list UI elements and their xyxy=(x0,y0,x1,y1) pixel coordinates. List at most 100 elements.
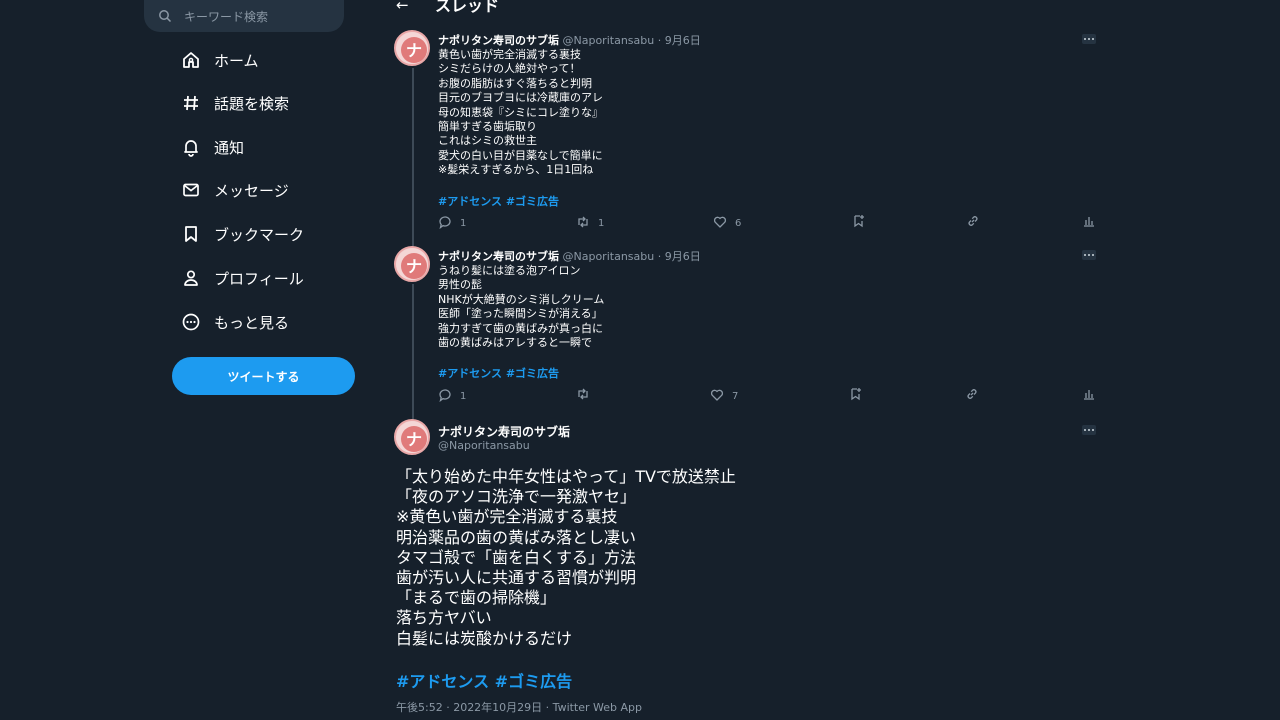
search-box[interactable]: キーワード検索 xyxy=(144,0,344,32)
like-button[interactable]: 7 xyxy=(710,387,738,402)
like-button[interactable]: 6 xyxy=(713,214,741,229)
tweet-line: シミだらけの人絶対やって！ xyxy=(438,62,581,76)
analytics-button[interactable] xyxy=(1082,387,1096,401)
bookmark-add-icon xyxy=(854,215,864,228)
copy-link-button[interactable] xyxy=(965,387,979,401)
nav-label-messages: メッセージ xyxy=(214,181,289,200)
tweet-timestamp[interactable]: 午後5:52 · 2022年10月29日 · Twitter Web App xyxy=(396,699,642,715)
nav-item-explore[interactable]: 話題を検索 xyxy=(180,88,289,118)
tweet-line: 目元のブヨブヨには冷蔵庫のアレ xyxy=(438,91,603,105)
nav-item-notifications[interactable]: 通知 xyxy=(180,132,244,162)
avatar[interactable]: ナ xyxy=(394,30,430,66)
tweet-line: 母の知恵袋『シミにコレ塗りな』 xyxy=(438,105,603,119)
analytics-icon xyxy=(1084,390,1094,400)
separator-dot: · xyxy=(657,250,662,263)
analytics-button[interactable] xyxy=(1082,214,1096,228)
author-handle[interactable]: @Naporitansabu xyxy=(563,34,655,47)
tweet-actions: 1 1 6 xyxy=(438,214,1098,230)
tweet-line: ※黄色い歯が完全消滅する裏技 xyxy=(396,507,618,527)
nav-label-notifications: 通知 xyxy=(214,138,245,157)
nav-item-profile[interactable]: プロフィール xyxy=(180,263,304,293)
tweet-line: 明治薬品の歯の黄ばみ落とし凄い xyxy=(396,527,637,547)
reply-icon xyxy=(439,388,451,402)
reply-count: 1 xyxy=(460,391,467,402)
tweet-line: 「太り始めた中年女性はやって」TVで放送禁止 xyxy=(396,467,736,486)
retweet-button[interactable] xyxy=(576,387,598,401)
tweet-line: 男性の髭 xyxy=(438,278,482,292)
reply-button[interactable]: 1 xyxy=(438,387,466,402)
author-handle[interactable]: @Naporitansabu xyxy=(563,250,655,263)
tweet-line: 「まるで歯の掃除機」 xyxy=(396,588,557,608)
main-tweet-text: 「太り始めた中年女性はやって」TVで放送禁止 「夜のアソコ洗浄で一発激ヤセ」 ※… xyxy=(396,467,736,649)
more-circle-icon xyxy=(180,311,202,333)
bookmark-icon xyxy=(180,223,202,245)
nav-label-explore: 話題を検索 xyxy=(214,94,290,113)
retweet-icon xyxy=(578,216,588,227)
nav-label-bookmarks: ブックマーク xyxy=(214,225,305,244)
analytics-icon xyxy=(1084,217,1094,227)
retweet-icon xyxy=(578,388,588,400)
svg-text:ナ: ナ xyxy=(406,430,422,449)
link-icon xyxy=(967,389,977,399)
tweet-line: 医師「塗った瞬間シミが消える」 xyxy=(438,307,603,321)
more-options-icon[interactable] xyxy=(1082,250,1096,260)
heart-icon xyxy=(713,216,727,228)
thread-line xyxy=(412,284,414,420)
nav-item-more[interactable]: もっと見る xyxy=(180,307,289,337)
sidebar: キーワード検索 ホーム 話題を検索 通知 メッセージ ブックマーク プロフィール… xyxy=(0,0,380,720)
search-input[interactable]: キーワード検索 xyxy=(184,8,268,25)
nav-item-messages[interactable]: メッセージ xyxy=(180,175,289,205)
tweet-text: 黄色い歯が完全消滅する裏技 シミだらけの人絶対やって！ お腹の脂肪はすぐ落ちると… xyxy=(438,48,603,178)
nav-label-profile: プロフィール xyxy=(214,269,304,288)
nav-item-home[interactable]: ホーム xyxy=(180,45,259,75)
tweet-date[interactable]: 9月6日 xyxy=(665,250,701,263)
tweet-line: ※髪栄えすぎるから、1日1回ね xyxy=(438,163,594,177)
more-options-icon[interactable] xyxy=(1082,34,1096,44)
tweet-line: これはシミの救世主 xyxy=(438,134,537,148)
more-options-icon[interactable] xyxy=(1082,425,1096,435)
tweet-line: 「夜のアソコ洗浄で一発激ヤセ」 xyxy=(396,487,637,507)
svg-text:ナ: ナ xyxy=(406,257,422,276)
bookmark-add-button[interactable] xyxy=(852,214,866,228)
tweet-line: 強力すぎて歯の黄ばみが真っ白に xyxy=(438,321,603,335)
like-count: 6 xyxy=(735,218,742,229)
tweet-line: うねり髪には塗る泡アイロン xyxy=(438,264,581,277)
tweet-line: お腹の脂肪はすぐ落ちると判明 xyxy=(438,76,592,90)
tweet-line: 歯が汚い人に共通する習慣が判明 xyxy=(396,568,637,588)
avatar[interactable]: ナ xyxy=(394,419,430,455)
tweet-line: 落ち方ヤバい xyxy=(396,608,492,628)
tweet-line: 愛犬の白い目が目薬なしで簡単に xyxy=(438,148,603,162)
author-name[interactable]: ナポリタン寿司のサブ垢 xyxy=(438,250,559,263)
author-name[interactable]: ナポリタン寿司のサブ垢 xyxy=(438,34,559,47)
hashtag-links[interactable]: #アドセンス #ゴミ広告 xyxy=(438,193,559,209)
person-icon xyxy=(180,267,202,289)
retweet-count: 1 xyxy=(598,218,605,229)
hashtag-links[interactable]: #アドセンス #ゴミ広告 xyxy=(438,365,559,381)
search-icon xyxy=(158,9,172,23)
reply-count: 1 xyxy=(460,218,467,229)
author-handle[interactable]: @Naporitansabu xyxy=(438,439,530,452)
tweet-button[interactable]: ツイートする xyxy=(172,357,355,395)
tweet-actions: 1 7 xyxy=(438,387,1098,403)
reply-button[interactable]: 1 xyxy=(438,214,466,229)
back-arrow-icon[interactable]: ← xyxy=(396,0,409,14)
tweet-line: 簡単すぎる歯垢取り xyxy=(438,120,537,134)
retweet-button[interactable]: 1 xyxy=(576,214,604,229)
bookmark-add-icon xyxy=(851,388,861,401)
nav-item-bookmarks[interactable]: ブックマーク xyxy=(180,219,304,249)
main-column: ← スレッド ナ ナポリタン寿司のサブ垢 @Naporitansabu · 9月… xyxy=(380,0,1100,720)
bookmark-add-button[interactable] xyxy=(849,387,863,401)
page-title: スレッド xyxy=(435,0,500,15)
author-name[interactable]: ナポリタン寿司のサブ垢 xyxy=(438,423,570,440)
thread-line xyxy=(412,68,414,248)
link-icon xyxy=(968,216,978,226)
tweet-line: 歯の黄ばみはアレすると一瞬で xyxy=(438,336,592,350)
tweet-header: ナポリタン寿司のサブ垢 @Naporitansabu · 9月6日 xyxy=(438,32,701,48)
hashtag-links[interactable]: #アドセンス #ゴミ広告 xyxy=(396,668,572,692)
like-count: 7 xyxy=(732,391,739,402)
tweet-header: ナポリタン寿司のサブ垢 @Naporitansabu · 9月6日 xyxy=(438,248,701,264)
reply-icon xyxy=(439,215,451,229)
copy-link-button[interactable] xyxy=(966,214,980,228)
avatar[interactable]: ナ xyxy=(394,246,430,282)
tweet-date[interactable]: 9月6日 xyxy=(665,34,701,47)
